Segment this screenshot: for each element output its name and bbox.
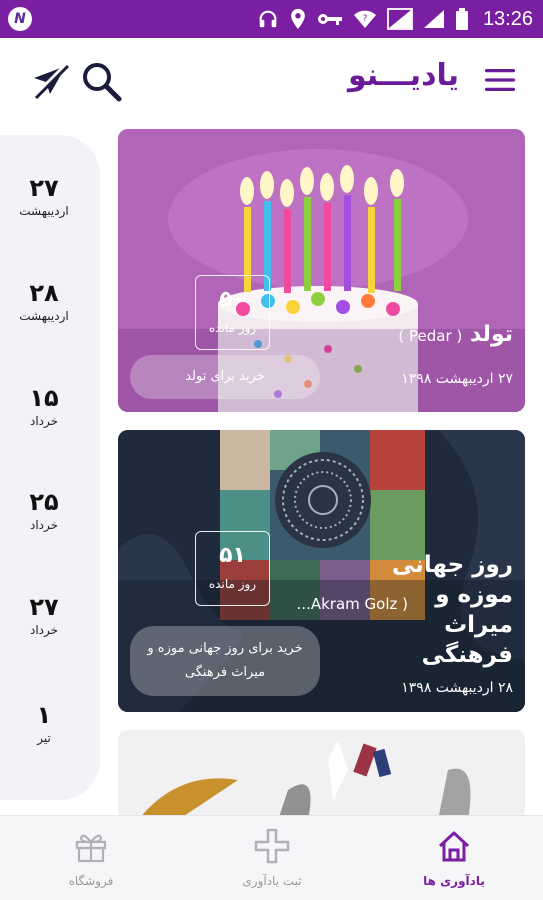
nav-label: یادآوری ها [423,874,485,888]
date-item[interactable]: ۲۷ خرداد [0,592,88,638]
battery-icon [455,8,468,30]
card-title-line: روز جهانی [391,552,513,578]
date-day: ۱ [36,701,52,729]
wifi-icon: ? [353,10,376,28]
date-month: اردیبهشت [19,204,69,218]
headphones-icon [259,10,277,28]
nav-item-reminders[interactable]: یادآوری ها [394,826,514,888]
hamburger-menu-icon[interactable] [485,68,515,92]
nav-label: ثبت یادآوری [242,874,302,888]
location-icon [291,8,305,30]
card-title: روز جهانی موزه و میراث فرهنگی [392,550,513,670]
gift-icon [75,834,107,863]
app-notification-icon: N [8,7,32,31]
date-day: ۱۵ [29,384,59,412]
date-item[interactable]: ۲۷ اردیبهشت [0,173,88,219]
date-month: خرداد [29,623,59,637]
status-time: 13:26 [482,7,533,30]
status-icons: ? 13:26 [257,0,533,38]
card-title-line: فرهنگی [421,642,513,668]
buy-gift-button[interactable]: خرید برای روز جهانی موزه و میراث فرهنگی [130,626,320,696]
event-card-birthday[interactable]: ۵۰ روز مانده تولد ( Pedar ) خرید برای تو… [118,129,525,412]
date-day: ۲۷ [29,593,59,621]
date-month: خرداد [29,414,59,428]
days-left-counter: ۵۰ روز مانده [195,275,270,350]
date-item[interactable]: ۲۵ خرداد [0,487,88,533]
card-title: تولد ( Pedar ) [398,319,513,351]
signal-icon [423,10,444,28]
card-title-line: میراث [444,612,513,638]
plus-icon [254,828,290,864]
airplane-off-icon[interactable] [30,60,70,100]
event-card-museum-day[interactable]: ۵۱ روز مانده روز جهانی موزه و میراث فرهن… [118,430,525,712]
days-left-counter: ۵۱ روز مانده [195,531,270,606]
card-subtitle: ( Pedar ) [398,327,463,345]
card-title-text: تولد [469,322,513,347]
days-left-number: ۵۱ [219,543,246,568]
app-bar: یادیـــنو [0,38,543,126]
home-icon [438,831,470,862]
event-card-partial[interactable] [118,730,525,820]
days-left-label: روز مانده [208,577,257,591]
date-day: ۲۵ [29,488,59,516]
nav-item-shop[interactable]: فروشگاه [31,826,151,888]
date-item[interactable]: ۱ تیر [0,700,88,746]
key-icon [317,14,342,25]
svg-text:?: ? [363,14,368,24]
card-subtitle: ( Akram Golz... [296,595,408,613]
card-title-line: موزه و [435,582,513,608]
search-icon[interactable] [80,60,124,104]
date-month: اردیبهشت [19,309,69,323]
date-item[interactable]: ۱۵ خرداد [0,383,88,429]
date-month: تیر [37,731,51,745]
date-day: ۲۸ [29,279,59,307]
nav-item-add-reminder[interactable]: ثبت یادآوری [212,826,332,888]
card-date: ۲۸ اردیبهشت ۱۳۹۸ [401,680,513,696]
buy-gift-button[interactable]: خرید برای تولد [130,355,320,399]
days-left-label: روز مانده [208,321,257,335]
date-strip: ۲۷ اردیبهشت ۲۸ اردیبهشت ۱۵ خرداد ۲۵ خردا… [0,135,100,800]
date-day: ۲۷ [29,174,59,202]
days-left-number: ۵۰ [219,287,246,312]
card-date: ۲۷ اردیبهشت ۱۳۹۸ [401,371,513,387]
signal-icon [387,8,413,30]
bottom-navigation: یادآوری ها ثبت یادآوری فروشگاه [0,815,543,900]
status-bar: N ? 13:26 [0,0,543,38]
app-logo-title: یادیـــنو [347,58,459,93]
nav-label: فروشگاه [68,874,114,888]
date-item[interactable]: ۲۸ اردیبهشت [0,278,88,324]
date-month: خرداد [29,518,59,532]
event-card-image [118,730,525,820]
